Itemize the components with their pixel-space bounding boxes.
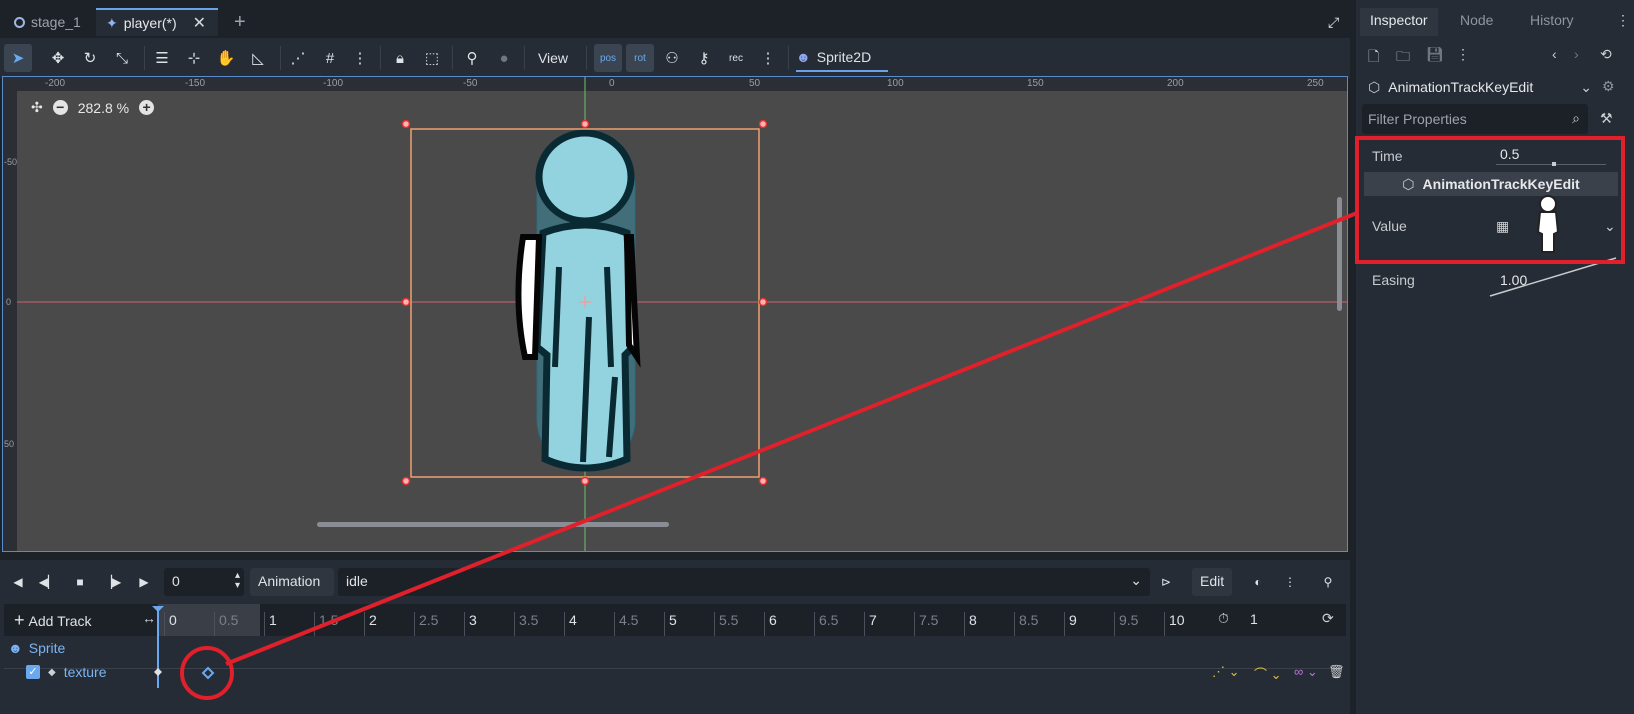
annotation-overlay [180, 136, 1625, 700]
annotation-line [225, 211, 1358, 666]
annotation-circle [180, 646, 234, 700]
annotation-box [1355, 136, 1625, 264]
